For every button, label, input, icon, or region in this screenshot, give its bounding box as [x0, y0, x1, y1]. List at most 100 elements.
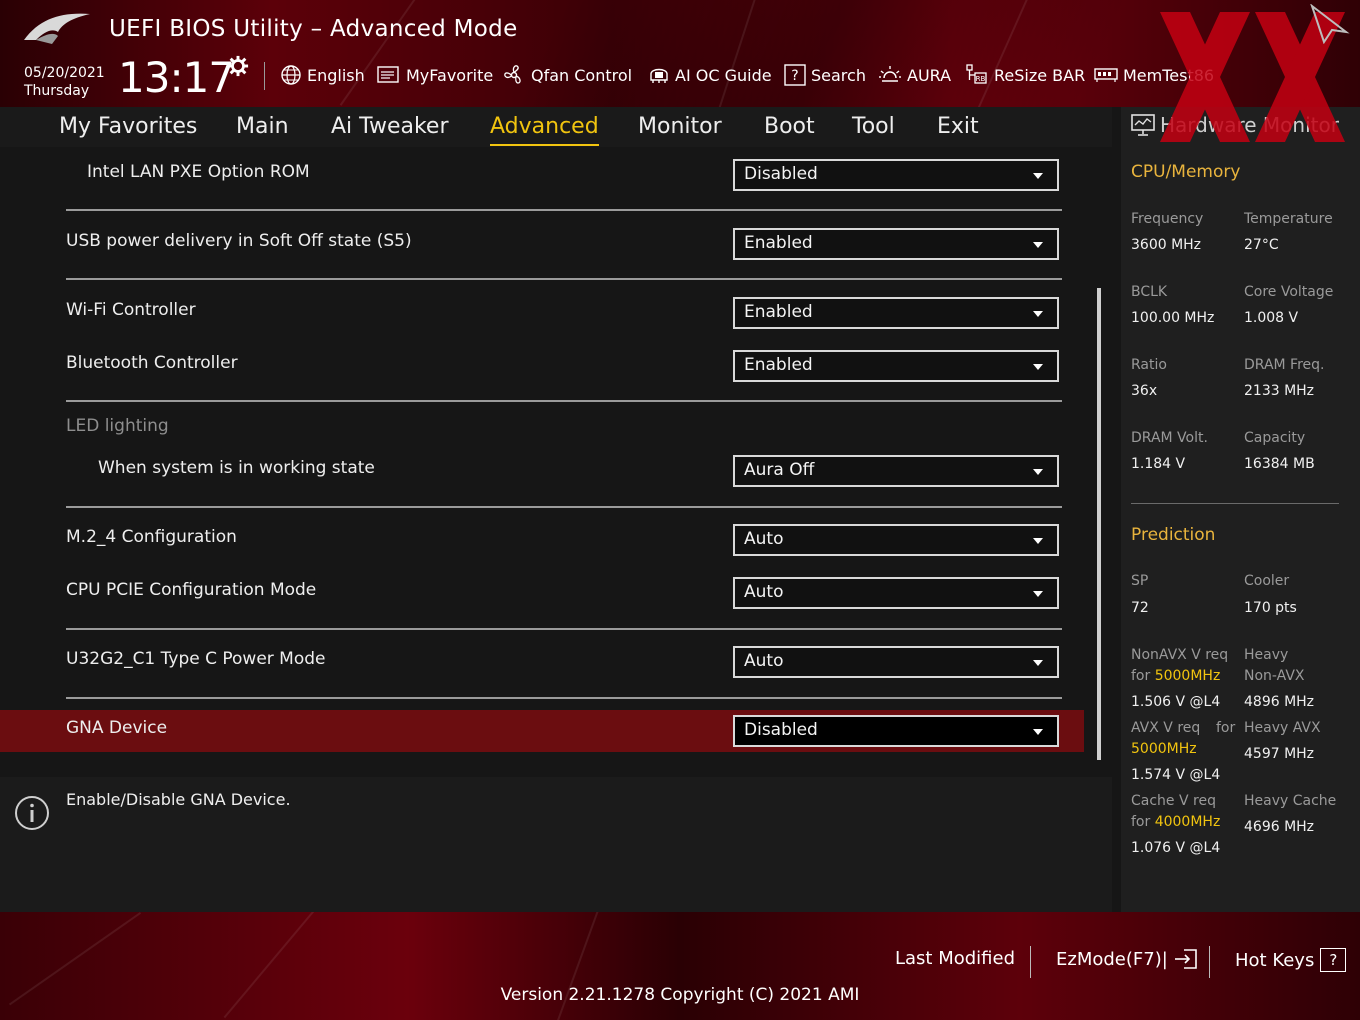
svg-text:?: ?: [791, 68, 798, 84]
hw-nonavx-voltage: 1.506 V @L4: [1131, 694, 1221, 710]
dropdown-arrow-icon: [1033, 469, 1043, 475]
fan-icon: [504, 65, 521, 84]
aura-icon: [879, 66, 901, 82]
settings-scrollbar[interactable]: [1097, 288, 1101, 760]
hot-keys-button[interactable]: Hot Keys ?: [1235, 948, 1347, 972]
last-modified-button[interactable]: Last Modified: [895, 948, 1015, 969]
exit-to-ezmode-icon: [1174, 949, 1197, 969]
hw-avx-freq: 5000MHz: [1131, 741, 1197, 757]
hw-ratio-label: Ratio: [1131, 357, 1167, 373]
tab-main[interactable]: Main: [236, 112, 289, 144]
toolbar-english[interactable]: English: [280, 64, 365, 86]
section-divider: [66, 400, 1062, 402]
setting-select-cpu-pcie[interactable]: Auto: [733, 577, 1059, 609]
hw-ratio-value: 36x: [1131, 383, 1158, 399]
hw-heavy-cache-label: Heavy Cache: [1244, 793, 1337, 809]
favorite-icon: [377, 66, 399, 83]
setting-label-wifi: Wi-Fi Controller: [66, 300, 196, 320]
setting-select-m2-4[interactable]: Auto: [733, 524, 1059, 556]
setting-select-lan-pxe[interactable]: Disabled: [733, 159, 1059, 191]
hw-avx-label: AVX V req: [1131, 720, 1201, 736]
setting-label-led-working: When system is in working state: [98, 458, 375, 478]
toolbar-search-label: Search: [811, 65, 866, 85]
setting-select-usb-power[interactable]: Enabled: [733, 228, 1059, 260]
hw-heavy-avx-label: Heavy AVX: [1244, 720, 1321, 736]
monitor-icon: [1131, 114, 1155, 136]
hw-cache-freq: 4000MHz: [1154, 814, 1221, 830]
toolbar-english-label: English: [307, 65, 365, 85]
hw-cache-label: Cache V req: [1131, 793, 1216, 809]
hw-frequency-value: 3600 MHz: [1131, 237, 1202, 253]
app-title: UEFI BIOS Utility – Advanced Mode: [109, 16, 518, 42]
setting-select-wifi[interactable]: Enabled: [733, 297, 1059, 329]
decor-streak: [973, 0, 1032, 107]
info-icon: [15, 796, 49, 830]
hw-temperature-label: Temperature: [1244, 211, 1333, 227]
setting-select-led-working[interactable]: Aura Off: [733, 455, 1059, 487]
toolbar-qfan-label: Qfan Control: [531, 65, 633, 85]
setting-label-gna: GNA Device: [66, 718, 168, 738]
hw-nonavx-freq: 5000MHz: [1154, 668, 1221, 684]
setting-select-bluetooth[interactable]: Enabled: [733, 350, 1059, 382]
setting-value-lan-pxe: Disabled: [744, 164, 818, 184]
tab-boot[interactable]: Boot: [764, 112, 815, 144]
setting-label-m2-4: M.2_4 Configuration: [66, 527, 237, 547]
hw-heavy-avx-value: 4597 MHz: [1244, 746, 1315, 762]
setting-label-lan-pxe: Intel LAN PXE Option ROM: [87, 162, 310, 182]
section-divider: [66, 506, 1062, 508]
toolbar-resize-bar[interactable]: RB ReSize BAR: [965, 64, 1085, 86]
hw-nonavx-for-text: for: [1131, 668, 1155, 684]
tab-exit[interactable]: Exit: [937, 112, 979, 144]
setting-label-u32g2: U32G2_C1 Type C Power Mode: [66, 649, 326, 669]
setting-value-gna: Disabled: [744, 720, 818, 740]
tab-my-favorites[interactable]: My Favorites: [59, 112, 197, 144]
clock-time: 13:17: [118, 53, 235, 102]
footer-separator: [1209, 946, 1210, 978]
hw-bclk-value: 100.00 MHz: [1131, 310, 1215, 326]
section-divider: [66, 209, 1062, 211]
setting-select-gna[interactable]: Disabled: [733, 715, 1059, 747]
setting-select-u32g2[interactable]: Auto: [733, 646, 1059, 678]
toolbar-search[interactable]: ? Search: [784, 64, 866, 86]
dropdown-arrow-icon: [1033, 591, 1043, 597]
help-separator: [0, 767, 1112, 777]
cursor-arrow-icon: [1310, 4, 1350, 44]
setting-label-cpu-pcie: CPU PCIE Configuration Mode: [66, 580, 317, 600]
toolbar-myfavorite[interactable]: MyFavorite: [377, 64, 493, 86]
tab-tool[interactable]: Tool: [852, 112, 895, 144]
clock-settings-gear-icon[interactable]: [227, 55, 249, 77]
setting-value-bluetooth: Enabled: [744, 355, 813, 375]
setting-label-usb-power: USB power delivery in Soft Off state (S5…: [66, 231, 412, 251]
dropdown-arrow-icon: [1033, 364, 1043, 370]
dropdown-arrow-icon: [1033, 538, 1043, 544]
hw-avx-for: for: [1216, 720, 1236, 736]
memtest-icon: [1094, 68, 1118, 82]
hw-heavy-nonavx-value: 4896 MHz: [1244, 694, 1315, 710]
toolbar-separator: [264, 62, 265, 90]
ezmode-label: EzMode(F7)|: [1056, 948, 1168, 970]
hw-cooler-label: Cooler: [1244, 573, 1290, 589]
setting-value-led-working: Aura Off: [744, 460, 815, 480]
toolbar-qfan[interactable]: Qfan Control: [502, 64, 632, 86]
toolbar-aura[interactable]: AURA: [878, 64, 951, 86]
toolbar-ai-oc-guide[interactable]: AI OC Guide: [648, 64, 772, 86]
tab-ai-tweaker[interactable]: Ai Tweaker: [331, 112, 449, 144]
decor-streak: [710, 0, 762, 107]
globe-icon: [281, 65, 301, 85]
hw-cache-for: for 4000MHz: [1131, 814, 1220, 830]
hot-keys-help-icon: ?: [1320, 948, 1347, 972]
section-divider: [66, 697, 1062, 699]
hw-bclk-label: BCLK: [1131, 284, 1168, 300]
tab-monitor[interactable]: Monitor: [638, 112, 722, 144]
hw-sp-value: 72: [1131, 600, 1149, 616]
section-divider: [66, 628, 1062, 630]
ezmode-button[interactable]: EzMode(F7)|: [1056, 948, 1198, 970]
toolbar-ai-oc-guide-label: AI OC Guide: [675, 65, 772, 85]
hot-keys-label: Hot Keys: [1235, 949, 1315, 971]
setting-value-usb-power: Enabled: [744, 233, 813, 253]
hw-dram-volt-value: 1.184 V: [1131, 456, 1186, 472]
last-modified-label: Last Modified: [895, 948, 1016, 969]
hw-sp-label: SP: [1131, 573, 1149, 589]
search-icon: ?: [784, 64, 806, 86]
tab-advanced[interactable]: Advanced: [490, 112, 599, 146]
